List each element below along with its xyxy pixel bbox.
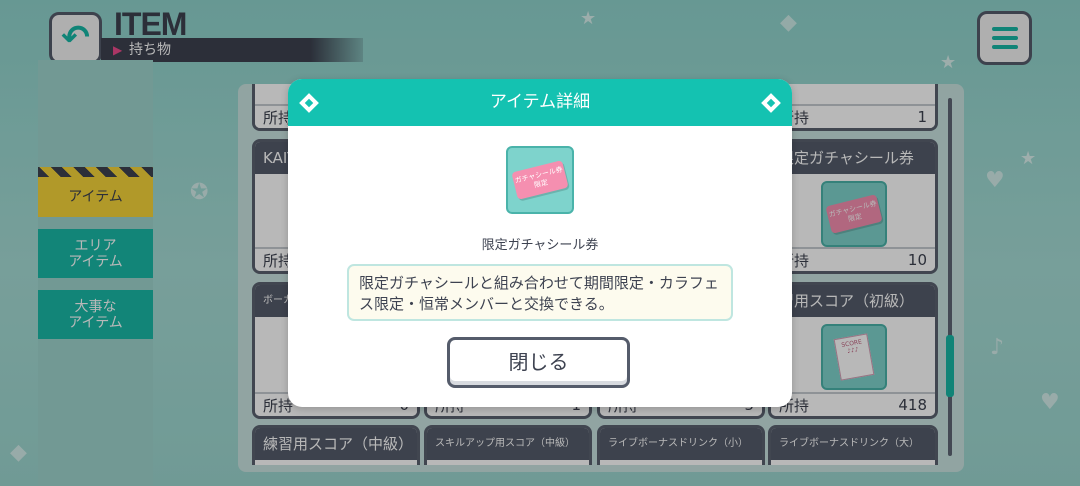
item-name: 限定ガチャシール券 <box>481 238 599 253</box>
dialog-title: アイテム詳細 <box>489 92 591 112</box>
close-button[interactable]: 閉じる <box>447 337 630 388</box>
dialog-header: アイテム詳細 <box>288 79 792 126</box>
item-detail-dialog: アイテム詳細 ガチャシール券 限定 限定ガチャシール券 限定ガチャシールと組み合わ… <box>288 79 792 407</box>
gacha-sticker-ticket-icon: ガチャシール券 限定 <box>506 146 574 214</box>
diamond-icon <box>761 93 781 113</box>
item-description: 限定ガチャシールと組み合わせて期間限定・カラフェス限定・恒常メンバーと交換できる… <box>347 264 733 321</box>
diamond-icon <box>299 93 319 113</box>
